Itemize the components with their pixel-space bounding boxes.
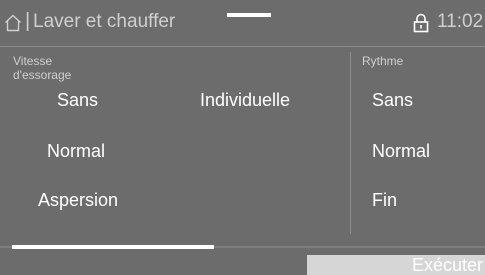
execute-button[interactable]: Exécuter <box>307 255 485 275</box>
header-divider <box>0 46 485 47</box>
spin-option-sans[interactable]: Sans <box>57 90 98 111</box>
rhythm-label: Rythme <box>362 54 404 68</box>
clock-time: 11:02 <box>437 11 484 32</box>
rhythm-option-normal[interactable]: Normal <box>372 141 430 162</box>
page-indicator <box>227 13 271 17</box>
spin-option-normal[interactable]: Normal <box>47 141 105 162</box>
rhythm-option-sans[interactable]: Sans <box>372 90 413 111</box>
lock-icon[interactable] <box>413 13 429 33</box>
status-header: | Laver et chauffer 11:02 <box>0 0 485 47</box>
home-icon[interactable] <box>4 14 22 32</box>
scroll-indicator[interactable] <box>12 245 214 249</box>
rhythm-option-fin[interactable]: Fin <box>372 190 397 211</box>
header-separator: | <box>25 10 31 32</box>
program-title: Laver et chauffer <box>33 11 176 32</box>
spin-option-aspersion[interactable]: Aspersion <box>38 190 118 211</box>
spin-label-line2: d'essorage <box>13 68 72 82</box>
spin-option-individual[interactable]: Individuelle <box>200 90 290 111</box>
section-divider <box>350 52 351 234</box>
washer-screen: | Laver et chauffer 11:02 Vitesse d'esso… <box>0 0 485 275</box>
spin-label-line1: Vitesse <box>13 54 53 68</box>
